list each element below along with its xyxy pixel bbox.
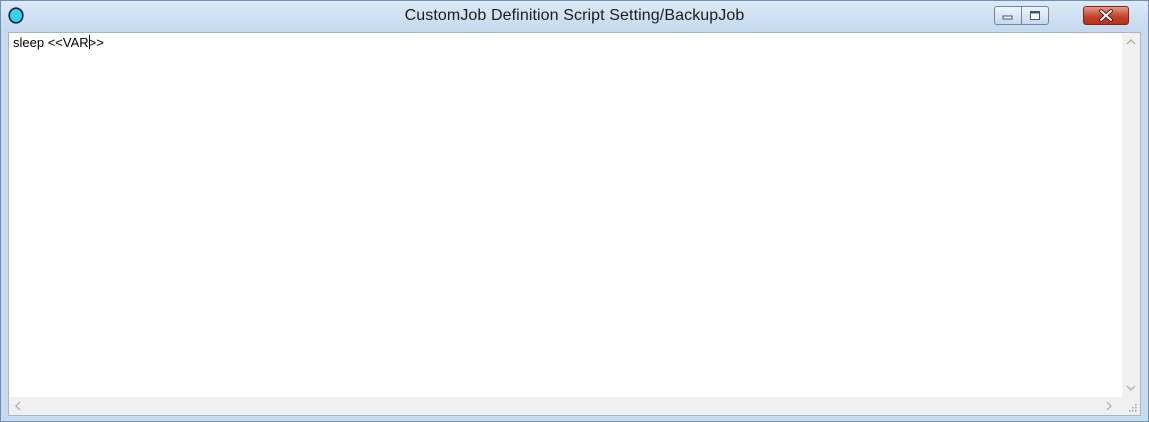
size-grip[interactable] <box>1122 397 1140 415</box>
window-title: CustomJob Definition Script Setting/Back… <box>404 7 745 24</box>
script-text-after-caret: >> <box>88 35 104 50</box>
size-grip-icon <box>1129 404 1137 412</box>
chevron-down-icon[interactable] <box>1122 379 1140 397</box>
script-text-area[interactable]: sleep <<VAR>> <box>9 33 1122 397</box>
script-line: sleep <<VAR>> <box>13 34 104 52</box>
script-setting-window: CustomJob Definition Script Setting/Back… <box>0 0 1149 422</box>
script-text-before-caret: sleep <<VAR <box>13 35 89 50</box>
maximize-button[interactable] <box>1021 6 1049 25</box>
minimize-button[interactable] <box>994 6 1022 25</box>
horizontal-scrollbar[interactable] <box>9 397 1122 415</box>
script-editor-pane: sleep <<VAR>> <box>8 32 1141 416</box>
vertical-scrollbar[interactable] <box>1122 33 1140 397</box>
close-button[interactable] <box>1083 6 1129 25</box>
close-icon <box>1099 9 1113 22</box>
title-bar[interactable]: CustomJob Definition Script Setting/Back… <box>1 1 1148 31</box>
minimize-icon <box>1002 15 1013 20</box>
chevron-up-icon[interactable] <box>1122 33 1140 51</box>
chevron-right-icon[interactable] <box>1100 397 1118 415</box>
chevron-left-icon[interactable] <box>9 397 27 415</box>
maximize-icon <box>1030 11 1040 20</box>
